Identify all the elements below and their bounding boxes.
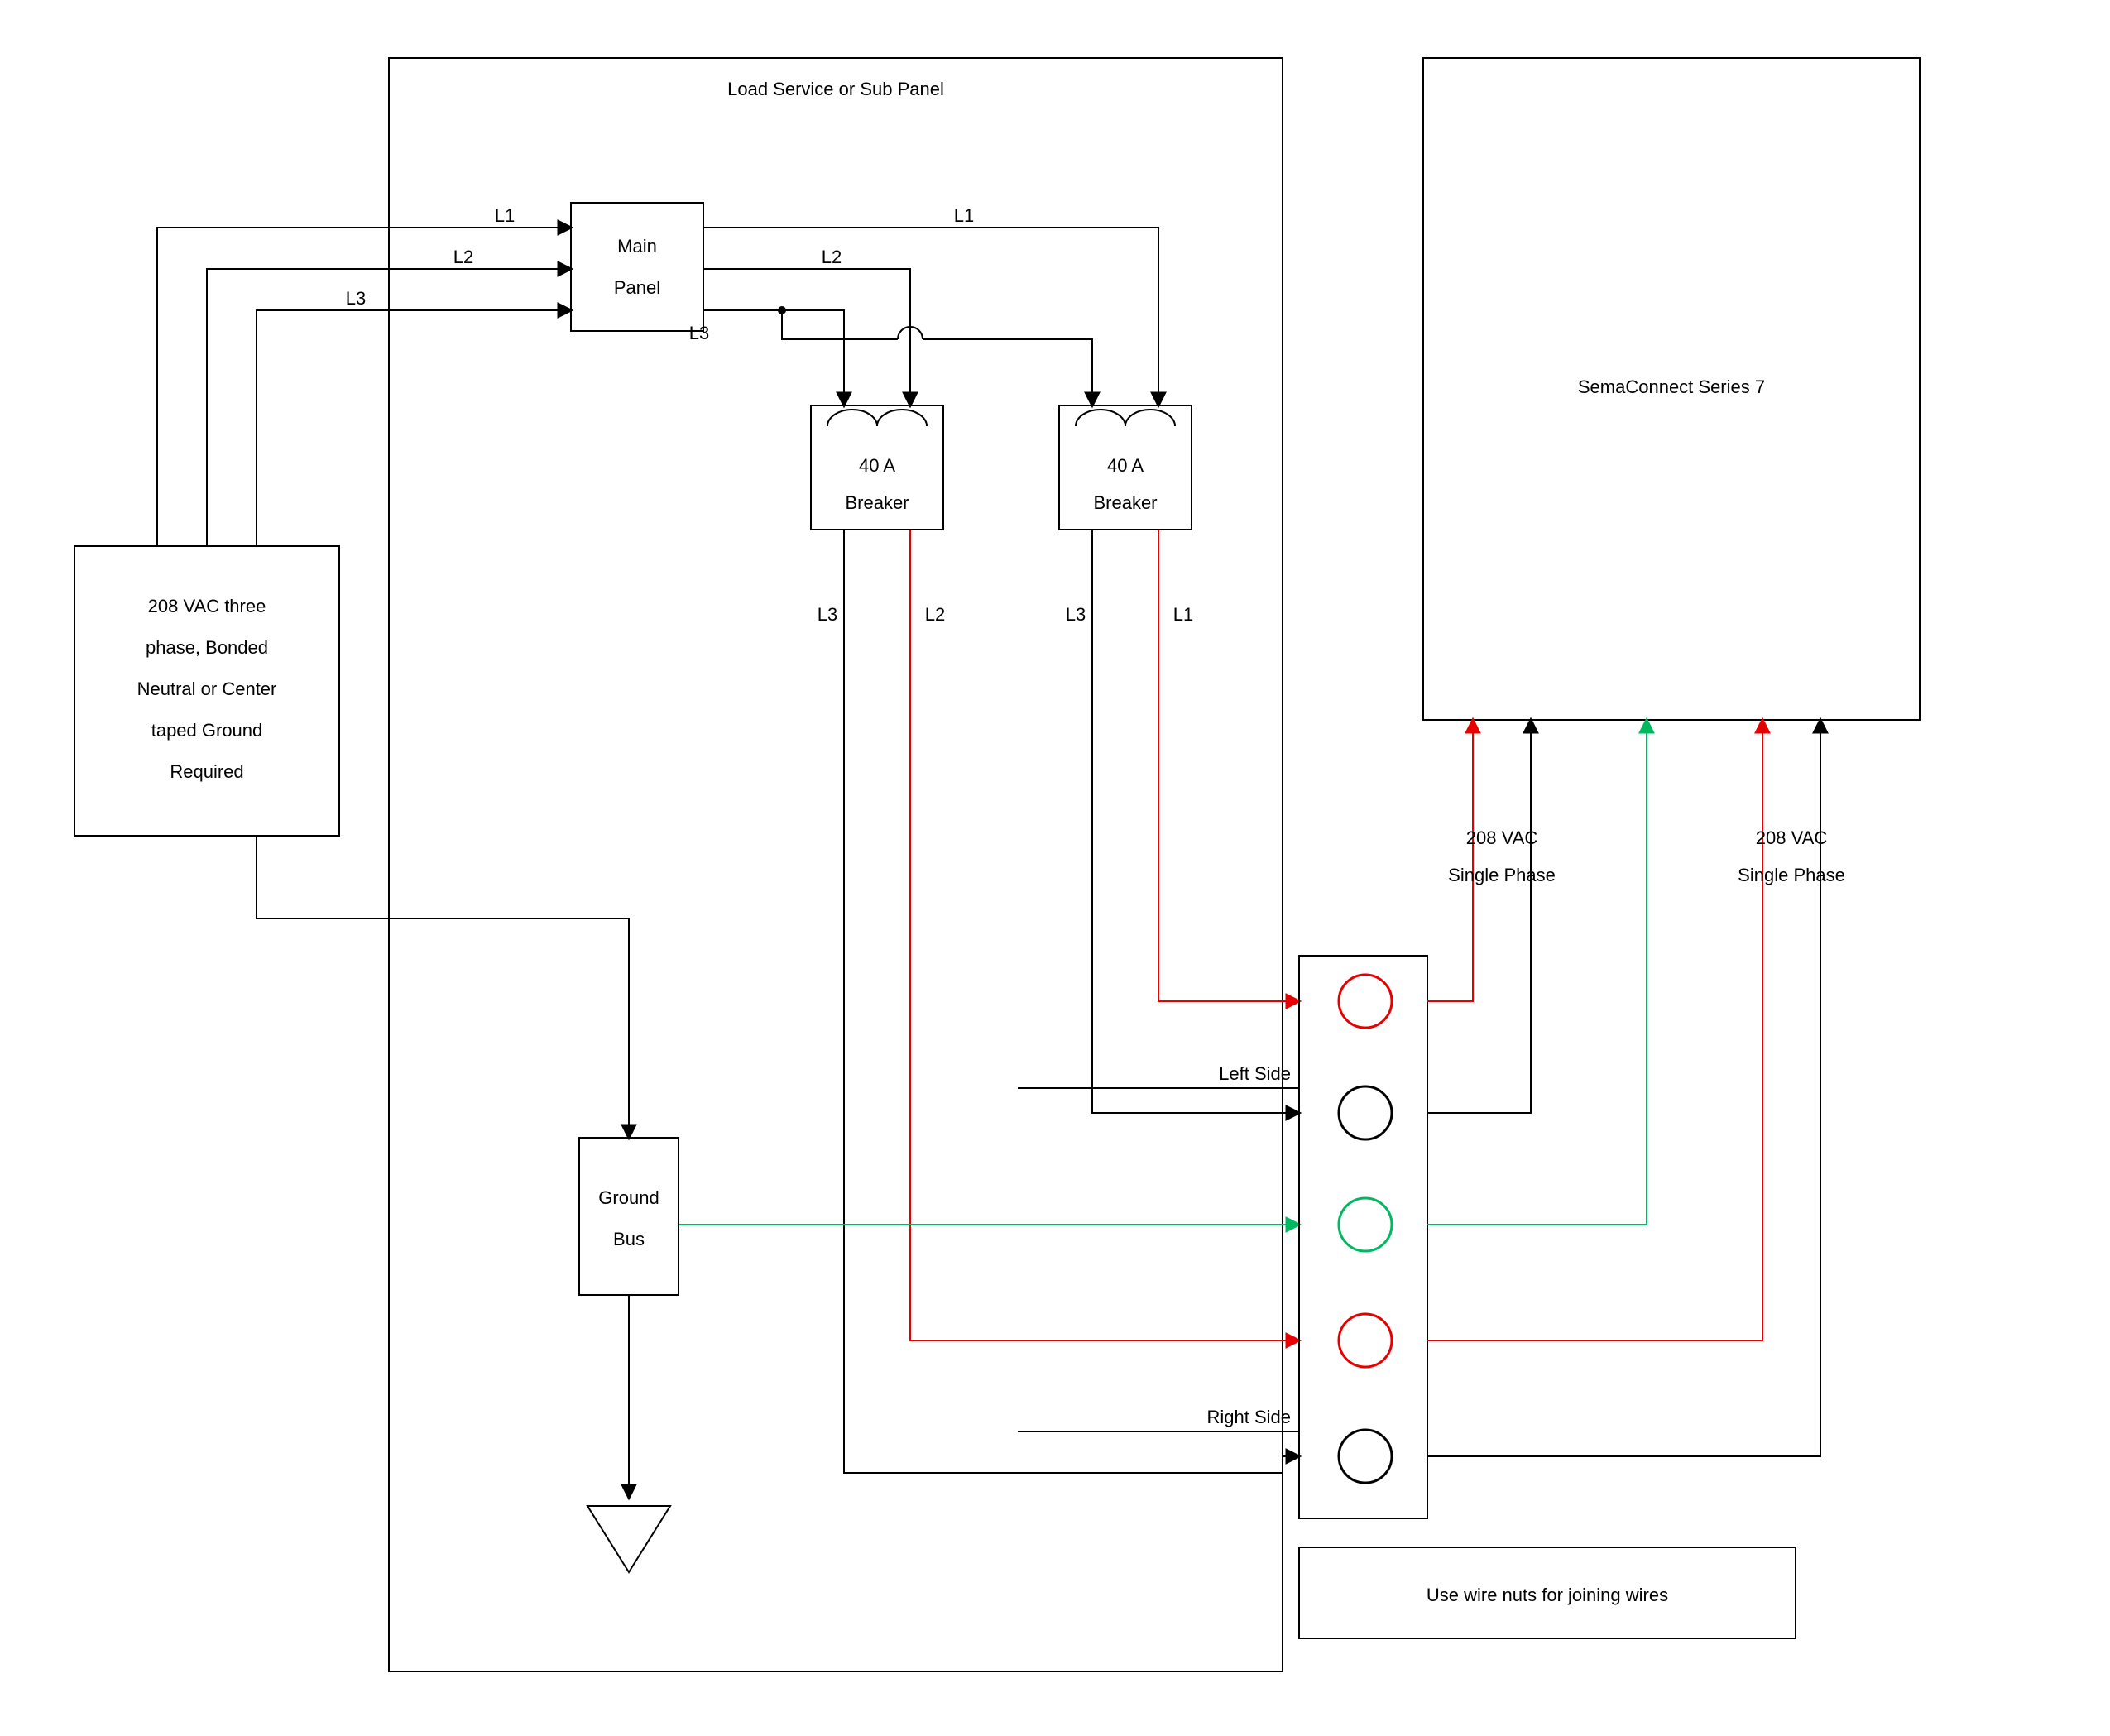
terminal-2-icon — [1339, 1086, 1392, 1139]
wire-out-l2 — [703, 269, 910, 405]
terminal-1-icon — [1339, 975, 1392, 1028]
wire-ground-in — [257, 836, 629, 1138]
label-brkL-l3: L3 — [818, 604, 837, 625]
terminal-3-icon — [1339, 1198, 1392, 1251]
junction-box — [1299, 956, 1427, 1518]
wire-brk-left-l2 — [910, 530, 1299, 1340]
label-in-l3: L3 — [346, 288, 366, 309]
left-side-label: Left Side — [1219, 1063, 1291, 1084]
wire-l3-brk-right — [923, 339, 1092, 405]
wire-supply-l1 — [157, 228, 571, 546]
breaker-left-arc2 — [877, 410, 927, 426]
breaker-right-arc2 — [1125, 410, 1175, 426]
wire-brk-right-l1 — [1158, 530, 1299, 1001]
breaker-right-arc1 — [1076, 410, 1125, 426]
label-in-l1: L1 — [495, 205, 515, 226]
sub-panel-box — [389, 58, 1283, 1671]
breaker-right-label: Breaker — [1093, 492, 1157, 513]
wire-supply-l3 — [257, 310, 571, 546]
ground-symbol-icon — [587, 1506, 670, 1572]
right-side-label: Right Side — [1206, 1407, 1291, 1427]
main-panel-l2: Panel — [614, 277, 660, 298]
ground-bus-box — [579, 1138, 679, 1295]
terminal-5-icon — [1339, 1430, 1392, 1483]
wire-up-left-red — [1427, 720, 1473, 1001]
wire-l3-right-side — [1283, 1456, 1299, 1473]
ground-bus-l1: Ground — [598, 1187, 659, 1208]
feed-left-l2: Single Phase — [1448, 865, 1556, 885]
main-panel-l1: Main — [617, 236, 657, 257]
breaker-right-rating: 40 A — [1107, 455, 1144, 476]
feed-left-l1: 208 VAC — [1466, 827, 1538, 848]
label-out-l1: L1 — [954, 205, 974, 226]
supply-line2: phase, Bonded — [146, 637, 268, 658]
wire-up-left-black — [1427, 720, 1531, 1113]
wire-up-ground — [1427, 720, 1647, 1225]
wire-brk-right-l3 — [1092, 530, 1299, 1113]
terminal-4-icon — [1339, 1314, 1392, 1367]
breaker-left-arc1 — [827, 410, 877, 426]
supply-line3: Neutral or Center — [137, 679, 277, 699]
wire-out-l1 — [703, 228, 1158, 405]
label-brkR-l1: L1 — [1173, 604, 1193, 625]
supply-line5: Required — [170, 761, 243, 782]
breaker-left-rating: 40 A — [859, 455, 895, 476]
breaker-left-label: Breaker — [845, 492, 909, 513]
supply-line1: 208 VAC three — [148, 596, 266, 616]
main-panel-box — [571, 203, 703, 331]
panel-title: Load Service or Sub Panel — [727, 79, 944, 99]
device-label: SemaConnect Series 7 — [1578, 376, 1765, 397]
wire-up-right-red — [1427, 720, 1762, 1340]
supply-line4: taped Ground — [151, 720, 263, 741]
label-in-l2: L2 — [453, 247, 473, 267]
label-brkR-l3: L3 — [1066, 604, 1086, 625]
feed-right-l1: 208 VAC — [1756, 827, 1828, 848]
wire-l3-brk-left — [782, 310, 844, 405]
ground-bus-l2: Bus — [613, 1229, 645, 1249]
label-out-l2: L2 — [822, 247, 842, 267]
label-out-l3: L3 — [689, 323, 709, 343]
wire-nuts-note: Use wire nuts for joining wires — [1427, 1585, 1668, 1605]
wiring-diagram: Load Service or Sub Panel 208 VAC three … — [0, 0, 2110, 1736]
feed-right-l2: Single Phase — [1738, 865, 1845, 885]
wire-l3-seg1 — [782, 310, 898, 339]
label-brkL-l2: L2 — [925, 604, 945, 625]
